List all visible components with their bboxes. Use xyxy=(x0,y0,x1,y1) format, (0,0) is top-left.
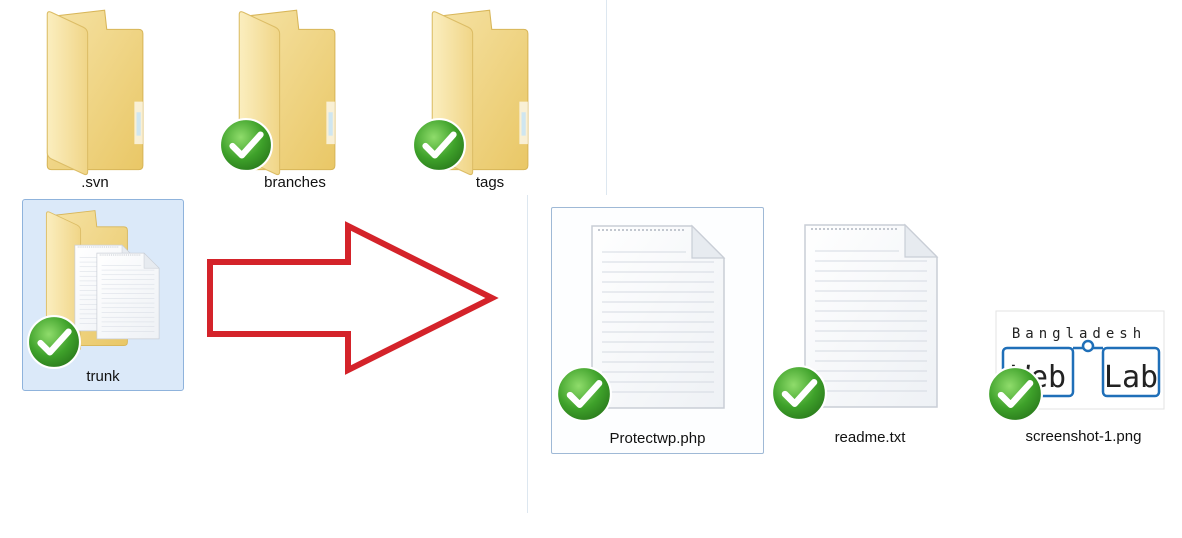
folder-label: tags xyxy=(475,174,505,191)
folder-item-branches[interactable]: branches xyxy=(215,0,355,195)
logo-line1: Bangladesh xyxy=(1012,326,1146,342)
file-item-screenshot[interactable]: Bangladesh Web Lab screenshot-1.png xyxy=(985,300,1182,454)
file-label: Protectwp.php xyxy=(609,430,706,447)
folder-label: branches xyxy=(264,174,326,191)
pane-divider-bottom xyxy=(527,195,528,513)
svn-normal-overlay-icon xyxy=(771,365,827,421)
folder-label: trunk xyxy=(86,368,120,385)
pane-divider-top xyxy=(606,0,607,195)
text-file-icon xyxy=(95,240,161,352)
file-label: readme.txt xyxy=(834,429,906,446)
svn-normal-overlay-icon xyxy=(219,118,273,172)
svn-normal-overlay-icon xyxy=(412,118,466,172)
file-item-protectwp[interactable]: Protectwp.php xyxy=(551,207,764,454)
folder-label: .svn xyxy=(81,174,109,191)
svn-normal-overlay-icon xyxy=(987,366,1043,422)
folder-item-tags[interactable]: tags xyxy=(410,0,550,195)
folder-item-svn[interactable]: .svn xyxy=(25,0,165,195)
svn-normal-overlay-icon xyxy=(27,315,81,369)
folder-item-trunk[interactable]: trunk xyxy=(22,199,184,391)
svn-normal-overlay-icon xyxy=(556,366,612,422)
file-label: screenshot-1.png xyxy=(1025,428,1142,445)
logo-line2-right: Lab xyxy=(1104,360,1158,395)
folder-icon xyxy=(39,6,149,176)
file-item-readme[interactable]: readme.txt xyxy=(765,207,955,454)
right-arrow-icon xyxy=(207,221,499,375)
